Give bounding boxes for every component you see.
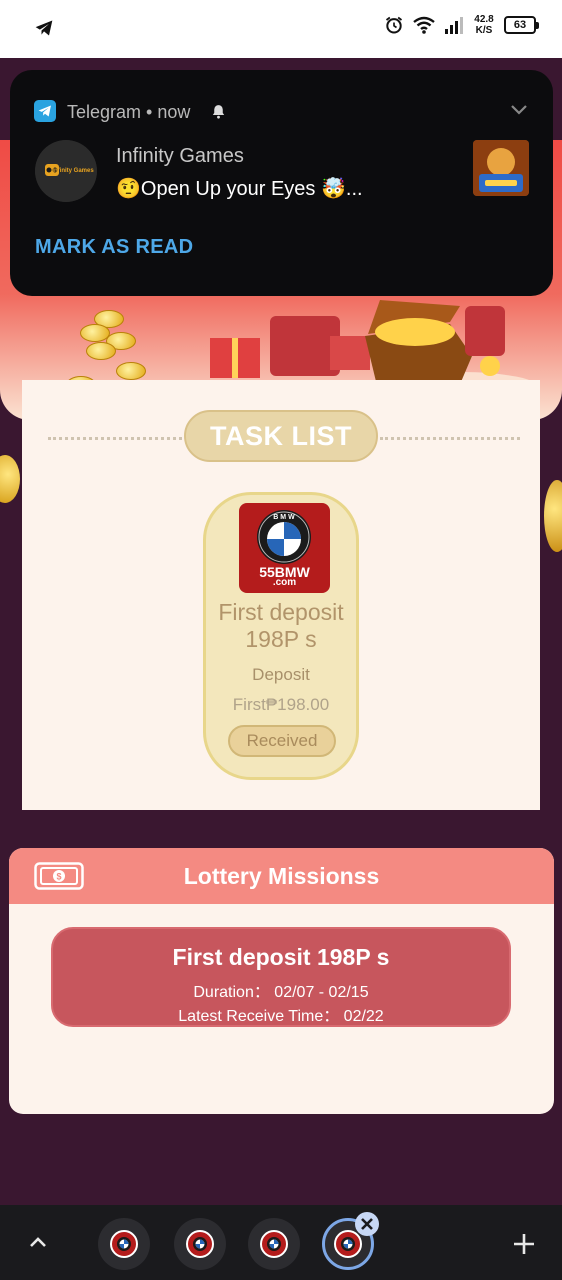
close-tab-button[interactable] (355, 1212, 379, 1236)
received-button[interactable]: Received (228, 725, 336, 757)
mark-as-read-button[interactable]: MARK AS READ (35, 236, 193, 259)
network-speed-unit: K/S (475, 25, 493, 36)
logo-domain-text: .com (272, 577, 297, 588)
battery-indicator: 63 (504, 16, 539, 34)
message-thumbnail (473, 140, 529, 196)
sender-avatar: Infinity Games (35, 140, 97, 202)
message-preview: 🤨Open Up your Eyes 🤯... (116, 178, 363, 200)
task-card-amount: First₱198.00 (232, 695, 330, 714)
divider-right (380, 437, 520, 440)
signal-icon (445, 17, 463, 34)
task-card-title: First deposit 198P s (218, 599, 344, 652)
task-list-title: TASK LIST (184, 410, 378, 462)
sender-name: Infinity Games (116, 145, 244, 167)
tab-thumbnail-2[interactable] (174, 1218, 226, 1270)
task-list-panel: TASK LIST B M W 55BMW .com First deposit… (22, 380, 540, 810)
wifi-icon (413, 16, 435, 34)
telegram-icon (35, 20, 53, 36)
mission-card[interactable]: First deposit 198P s Duration： 02/07 - 0… (51, 927, 511, 1027)
tab-thumbnail-1[interactable] (98, 1218, 150, 1270)
telegram-notification[interactable]: Telegram • now Infinity Games Infinity G… (10, 70, 553, 296)
bell-icon (212, 105, 225, 119)
telegram-icon (34, 100, 56, 122)
tab-logo-icon (110, 1230, 138, 1258)
task-card-type: Deposit (252, 665, 310, 684)
status-bar: 42.8 K/S 63 (0, 0, 562, 58)
chevron-down-icon[interactable] (509, 102, 529, 118)
divider-left (48, 437, 182, 440)
lottery-missions-panel: $ Lottery Missionss First deposit 198P s… (9, 848, 554, 1114)
tab-logo-icon (186, 1230, 214, 1258)
mission-name: First deposit 198P s (172, 944, 390, 970)
notification-app-name: Telegram • now (67, 102, 191, 122)
app-logo: B M W 55BMW .com (239, 503, 330, 593)
plus-icon[interactable] (512, 1232, 536, 1256)
bottom-tab-bar (0, 1205, 562, 1280)
logo-emblem: B M W (257, 510, 311, 564)
close-icon (361, 1218, 373, 1230)
lottery-header: $ Lottery Missionss (9, 848, 554, 904)
lottery-title: Lottery Missionss (183, 863, 380, 889)
up-arrow-icon[interactable] (28, 1235, 48, 1249)
tab-logo-icon (260, 1230, 288, 1258)
coin-decoration-right (544, 480, 562, 552)
network-speed-value: 42.8 (474, 14, 494, 25)
logo-ring-text: B M W (273, 514, 295, 521)
coin-decoration-left (0, 455, 20, 503)
mission-receive-time: Latest Receive Time： 02/22 (178, 1008, 384, 1025)
network-speed: 42.8 K/S (472, 14, 496, 36)
tab-thumbnail-3[interactable] (248, 1218, 300, 1270)
mission-duration: Duration： 02/07 - 02/15 (193, 984, 369, 1001)
task-card[interactable]: B M W 55BMW .com First deposit 198P s De… (203, 492, 359, 780)
alarm-icon (385, 16, 403, 34)
avatar-caption: Infinity Games (52, 168, 94, 174)
